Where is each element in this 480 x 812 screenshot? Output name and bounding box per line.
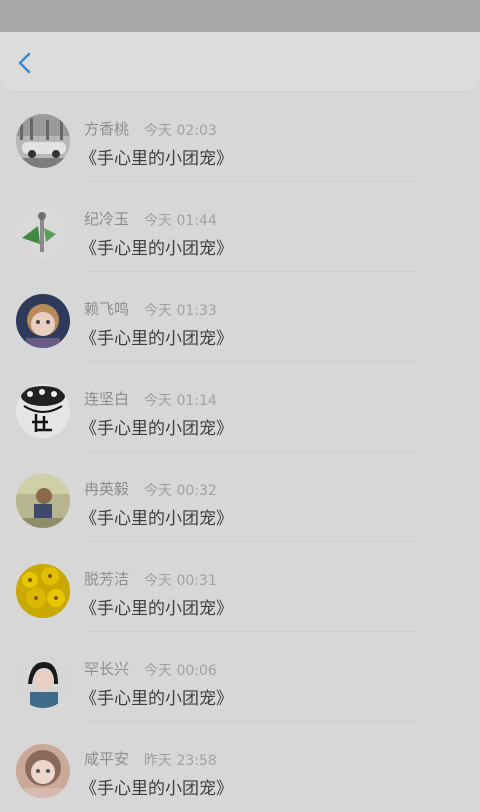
book-title[interactable]: 《手心里的小团宠》 — [80, 234, 233, 259]
nav-bar — [0, 32, 480, 92]
avatar[interactable] — [16, 384, 70, 438]
book-title[interactable]: 《手心里的小团宠》 — [80, 684, 233, 709]
avatar[interactable] — [16, 294, 70, 348]
timestamp: 今天 02:03 — [144, 123, 217, 139]
list-item[interactable]: 咸平安 昨天 23:58 《手心里的小团宠》 — [0, 722, 480, 812]
timestamp: 今天 01:44 — [144, 213, 217, 229]
book-title[interactable]: 《手心里的小团宠》 — [80, 774, 233, 799]
book-title[interactable]: 《手心里的小团宠》 — [80, 414, 233, 439]
user-name: 脱芳洁 — [84, 570, 130, 588]
list-item[interactable]: 纪冷玉 今天 01:44 《手心里的小团宠》 — [0, 182, 480, 272]
list-item[interactable]: 方香桃 今天 02:03 《手心里的小团宠》 — [0, 92, 480, 182]
avatar[interactable] — [16, 654, 70, 708]
user-name: 方香桃 — [84, 120, 130, 138]
avatar[interactable] — [16, 204, 70, 258]
user-name: 冉英毅 — [84, 480, 130, 498]
timestamp: 昨天 23:58 — [144, 753, 217, 769]
list-item[interactable]: 连坚白 今天 01:14 《手心里的小团宠》 — [0, 362, 480, 452]
avatar[interactable] — [16, 744, 70, 798]
book-title[interactable]: 《手心里的小团宠》 — [80, 594, 233, 619]
status-bar — [0, 0, 480, 32]
timestamp: 今天 00:06 — [144, 663, 217, 679]
book-title[interactable]: 《手心里的小团宠》 — [80, 324, 233, 349]
timestamp: 今天 01:33 — [144, 303, 217, 319]
avatar[interactable] — [16, 474, 70, 528]
timestamp: 今天 00:32 — [144, 483, 217, 499]
comment-list: 方香桃 今天 02:03 《手心里的小团宠》 纪冷玉 今天 01:44 《手心里… — [0, 92, 480, 812]
list-item[interactable]: 罕长兴 今天 00:06 《手心里的小团宠》 — [0, 632, 480, 722]
chevron-left-icon — [18, 52, 31, 74]
user-name: 连坚白 — [84, 390, 130, 408]
avatar[interactable] — [16, 114, 70, 168]
list-item[interactable]: 脱芳洁 今天 00:31 《手心里的小团宠》 — [0, 542, 480, 632]
user-name: 咸平安 — [84, 750, 130, 768]
user-name: 纪冷玉 — [84, 210, 130, 228]
timestamp: 今天 01:14 — [144, 393, 217, 409]
list-item[interactable]: 冉英毅 今天 00:32 《手心里的小团宠》 — [0, 452, 480, 542]
book-title[interactable]: 《手心里的小团宠》 — [80, 144, 233, 169]
user-name: 罕长兴 — [84, 660, 130, 678]
list-item[interactable]: 赖飞鸣 今天 01:33 《手心里的小团宠》 — [0, 272, 480, 362]
back-button[interactable] — [10, 48, 40, 78]
user-name: 赖飞鸣 — [84, 300, 130, 318]
book-title[interactable]: 《手心里的小团宠》 — [80, 504, 233, 529]
avatar[interactable] — [16, 564, 70, 618]
timestamp: 今天 00:31 — [144, 573, 217, 589]
